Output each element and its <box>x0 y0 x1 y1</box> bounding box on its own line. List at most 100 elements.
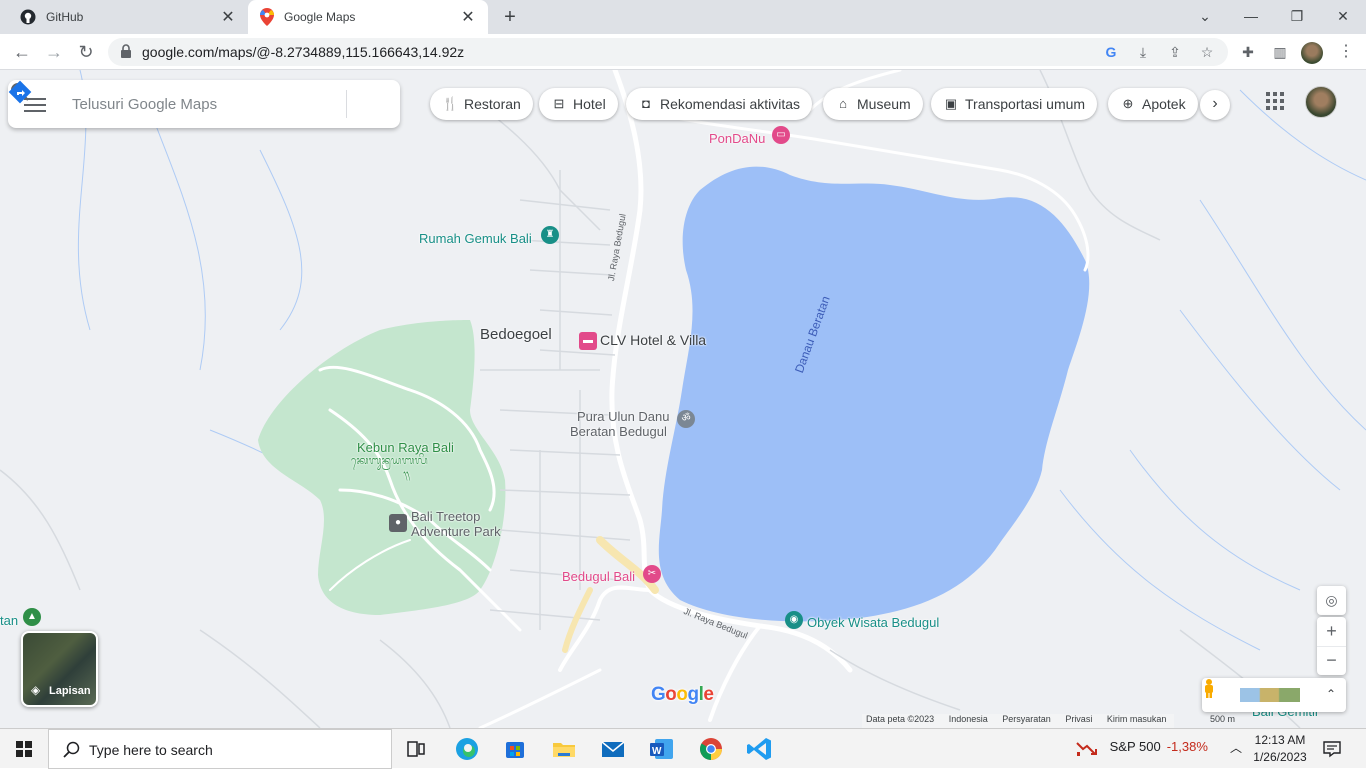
share-icon[interactable]: ⇪ <box>1166 43 1184 61</box>
tab-google-maps[interactable]: Google Maps ✕ <box>248 0 488 34</box>
chip-restoran[interactable]: 🍴 Restoran <box>430 88 533 120</box>
poi-rumah-gemuk-bali[interactable]: Rumah Gemuk Bali <box>419 231 532 246</box>
google-apps-icon[interactable] <box>1266 92 1286 112</box>
edge-icon[interactable] <box>451 733 483 765</box>
account-avatar[interactable] <box>1305 86 1337 118</box>
chrome-icon[interactable] <box>695 733 727 765</box>
minimize-button[interactable]: — <box>1228 0 1274 32</box>
attribution-country[interactable]: Indonesia <box>949 714 988 724</box>
my-location-icon[interactable]: ◎ <box>1317 586 1346 615</box>
bookmark-star-icon[interactable]: ☆ <box>1198 43 1216 61</box>
notification-center-icon[interactable] <box>1322 739 1342 759</box>
stock-change: -1,38% <box>1166 739 1208 754</box>
vscode-icon[interactable] <box>744 733 776 765</box>
close-icon[interactable]: ✕ <box>460 7 476 27</box>
github-icon <box>20 9 36 25</box>
temple-pin-icon[interactable]: ॐ <box>677 410 695 428</box>
profile-avatar[interactable] <box>1301 42 1323 64</box>
tab-title: GitHub <box>46 10 84 24</box>
chip-label: Hotel <box>573 96 606 112</box>
google-lens-icon[interactable]: G <box>1102 43 1120 61</box>
forward-arrow-icon[interactable]: → <box>42 40 66 64</box>
microsoft-store-icon[interactable] <box>499 733 531 765</box>
map-canvas[interactable]: Danau Beratan Jl. Raya Bedugul Jl. Raya … <box>0 70 1366 728</box>
directions-icon[interactable] <box>8 80 32 104</box>
scale-bar[interactable]: 500 m <box>1210 714 1235 724</box>
pegman-icon[interactable] <box>1202 678 1216 698</box>
park-pin-icon[interactable]: ▲ <box>23 608 41 626</box>
chip-label: Transportasi umum <box>965 96 1086 112</box>
chip-hotel[interactable]: ⊟ Hotel <box>539 88 618 120</box>
taskbar-search-placeholder: Type here to search <box>89 742 213 758</box>
expand-up-icon[interactable]: ⌃ <box>1324 684 1338 704</box>
poi-bali-treetop-line1[interactable]: Bali Treetop <box>411 509 480 524</box>
back-arrow-icon[interactable]: ← <box>10 40 34 64</box>
hotel-icon: ⊟ <box>553 96 565 111</box>
file-explorer-icon[interactable] <box>548 733 580 765</box>
chip-museum[interactable]: ⌂ Museum <box>823 88 923 120</box>
poi-bedugul-bali[interactable]: Bedugul Bali <box>562 569 635 584</box>
restaurant-icon: 🍴 <box>442 96 459 111</box>
chip-apotek[interactable]: ⊕ Apotek <box>1108 88 1198 120</box>
google-maps-icon <box>260 8 274 26</box>
poi-bali-treetop-line2[interactable]: Adventure Park <box>411 524 501 539</box>
hotel-pin-icon[interactable]: ▭ <box>772 126 790 144</box>
attribution-privacy-link[interactable]: Privasi <box>1065 714 1092 724</box>
poi-pondanu[interactable]: PonDaNu <box>709 131 765 146</box>
poi-pura-ulun-danu-line1[interactable]: Pura Ulun Danu <box>577 409 670 424</box>
chevron-up-icon[interactable]: ︿ <box>1230 739 1242 756</box>
close-window-button[interactable]: ✕ <box>1320 0 1366 32</box>
chip-label: Restoran <box>464 96 521 112</box>
mail-icon[interactable] <box>597 733 629 765</box>
tab-search-chevron-icon[interactable]: ⌄ <box>1182 0 1228 32</box>
chip-label: Apotek <box>1142 96 1186 112</box>
google-logo: Google <box>651 684 714 706</box>
taskbar-search-box[interactable]: Type here to search <box>48 729 392 769</box>
windows-start-icon[interactable] <box>0 729 48 769</box>
logo-letter: e <box>703 684 714 705</box>
attribution-terms-link[interactable]: Persyaratan <box>1002 714 1051 724</box>
attraction-pin-icon[interactable]: ● <box>389 514 407 532</box>
search-input[interactable] <box>72 92 292 116</box>
logo-letter: o <box>665 684 677 705</box>
chip-transportasi-umum[interactable]: ▣ Transportasi umum <box>931 88 1098 120</box>
stock-widget[interactable]: S&P 500 -1,38% <box>1076 739 1208 759</box>
layers-button[interactable]: ◈ Lapisan <box>21 631 98 707</box>
restore-button[interactable]: ❐ <box>1274 0 1320 32</box>
chevron-right-icon[interactable]: › <box>1200 90 1230 120</box>
chip-rekomendasi-aktivitas[interactable]: ◘ Rekomendasi aktivitas <box>626 88 813 120</box>
word-icon[interactable]: W <box>646 733 678 765</box>
reload-icon[interactable]: ↻ <box>74 40 98 64</box>
poi-beratan-partial[interactable]: tan <box>0 613 18 628</box>
poi-obyek-wisata-bedugul[interactable]: Obyek Wisata Bedugul <box>807 615 939 630</box>
poi-pura-ulun-danu-line2[interactable]: Beratan Bedugul <box>570 424 667 439</box>
hotel-pin-icon[interactable]: ▬ <box>579 332 597 350</box>
close-icon[interactable]: ✕ <box>220 7 236 27</box>
windows-taskbar: Type here to search W S&P 500 -1,38% ︿ 12… <box>0 728 1366 769</box>
attribution-feedback-link[interactable]: Kirim masukan <box>1107 714 1167 724</box>
camera-pin-icon[interactable]: ◉ <box>785 611 803 629</box>
zoom-in-button[interactable]: + <box>1317 617 1346 646</box>
address-bar[interactable]: google.com/maps/@-8.2734889,115.166643,1… <box>108 38 1228 66</box>
landmark-pin-icon[interactable]: ♜ <box>541 226 559 244</box>
restaurant-pin-icon[interactable]: ✂ <box>643 565 661 583</box>
zoom-out-button[interactable]: − <box>1317 646 1346 675</box>
install-app-icon[interactable]: ⤓ <box>1134 43 1152 61</box>
more-vert-icon[interactable]: ⋮ <box>1336 42 1356 62</box>
side-panel-icon[interactable]: ▥ <box>1270 42 1290 62</box>
imagery-thumbnails[interactable] <box>1240 688 1300 702</box>
task-view-icon[interactable] <box>400 733 432 765</box>
url-text: google.com/maps/@-8.2734889,115.166643,1… <box>142 44 465 60</box>
system-clock[interactable]: 12:13 AM 1/26/2023 <box>1252 732 1308 766</box>
poi-kebun-raya-bali[interactable]: Kebun Raya Bali <box>357 440 454 455</box>
attribution-data: Data peta ©2023 <box>866 714 935 724</box>
stock-name: S&P 500 <box>1109 739 1161 754</box>
layers-label: Lapisan <box>49 685 91 697</box>
search-icon <box>63 741 80 758</box>
new-tab-button[interactable]: + <box>498 5 522 29</box>
extensions-puzzle-icon[interactable]: ✚ <box>1238 42 1258 62</box>
camera-icon: ◘ <box>642 96 650 111</box>
tab-github[interactable]: GitHub ✕ <box>8 0 248 34</box>
poi-clv-hotel[interactable]: CLV Hotel & Villa <box>600 333 706 348</box>
pharmacy-icon: ⊕ <box>1122 96 1134 111</box>
